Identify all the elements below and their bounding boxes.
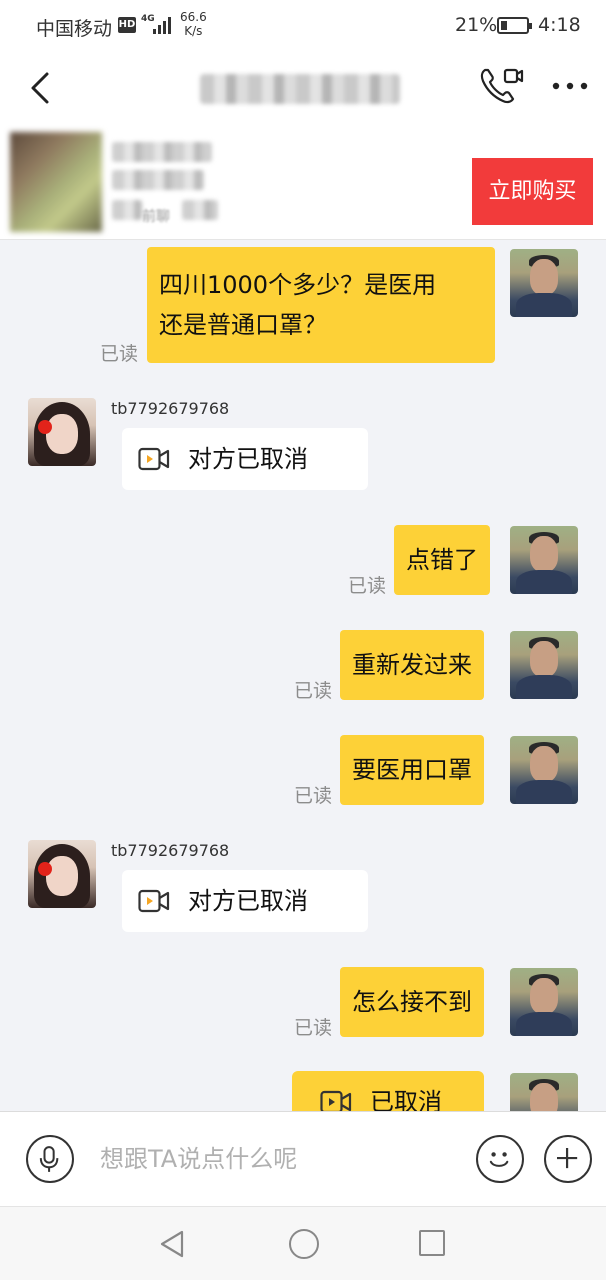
network-speed: 66.6 K/s bbox=[180, 10, 207, 38]
battery-icon bbox=[497, 17, 532, 34]
battery-percent: 21% bbox=[455, 14, 498, 36]
nav-home-icon[interactable] bbox=[289, 1229, 319, 1259]
video-call-icon bbox=[138, 889, 170, 913]
nav-back-icon[interactable] bbox=[158, 1229, 188, 1259]
my-message-bubble[interactable]: 点错了 bbox=[394, 525, 490, 595]
read-status: 已读 bbox=[294, 785, 333, 807]
back-arrow-icon[interactable] bbox=[22, 68, 62, 108]
clock: 4:18 bbox=[538, 14, 581, 36]
my-avatar[interactable] bbox=[510, 249, 578, 317]
read-status: 已读 bbox=[348, 575, 387, 597]
chat-header bbox=[0, 52, 606, 128]
my-avatar[interactable] bbox=[510, 631, 578, 699]
speed-unit: K/s bbox=[184, 24, 203, 38]
microphone-icon[interactable] bbox=[26, 1135, 74, 1183]
message-text-line-1: 四川1000个多少？是医用 bbox=[159, 271, 437, 299]
product-card[interactable]: 前聊 立即购买 bbox=[0, 128, 606, 240]
contact-avatar[interactable] bbox=[28, 398, 96, 466]
speed-value: 66.6 bbox=[180, 10, 207, 24]
their-message-bubble[interactable]: 对方已取消 bbox=[122, 870, 368, 932]
buy-now-button[interactable]: 立即购买 bbox=[472, 158, 593, 225]
product-price-blurred bbox=[112, 170, 204, 190]
product-sub-label: 前聊 bbox=[142, 209, 170, 225]
sender-name: tb7792679768 bbox=[111, 841, 230, 860]
contact-name-blurred bbox=[200, 74, 400, 104]
product-info-blurred-2 bbox=[182, 200, 218, 220]
status-bar: 中国移动 HD 4G 66.6 K/s 21% 4:18 bbox=[0, 0, 606, 52]
system-nav-bar bbox=[0, 1206, 606, 1280]
nav-recent-apps-icon[interactable] bbox=[419, 1230, 445, 1256]
my-message-bubble[interactable]: 要医用口罩 bbox=[340, 735, 484, 805]
emoji-icon[interactable] bbox=[476, 1135, 524, 1183]
carrier-label: 中国移动 bbox=[36, 18, 113, 40]
contact-avatar[interactable] bbox=[28, 840, 96, 908]
message-text: 重新发过来 bbox=[352, 651, 472, 679]
video-call-icon[interactable] bbox=[478, 66, 524, 108]
read-status: 已读 bbox=[294, 1017, 333, 1039]
message-text: 对方已取消 bbox=[188, 887, 308, 915]
my-message-bubble[interactable]: 重新发过来 bbox=[340, 630, 484, 700]
product-thumbnail bbox=[10, 132, 102, 232]
message-text: 怎么接不到 bbox=[352, 988, 472, 1016]
my-avatar[interactable] bbox=[510, 736, 578, 804]
product-info-blurred bbox=[112, 200, 142, 220]
message-input[interactable] bbox=[100, 1137, 460, 1181]
hd-badge: HD bbox=[118, 17, 136, 33]
plus-icon[interactable] bbox=[544, 1135, 592, 1183]
sender-name: tb7792679768 bbox=[111, 399, 230, 418]
my-avatar[interactable] bbox=[510, 526, 578, 594]
my-message-bubble[interactable]: 怎么接不到 bbox=[340, 967, 484, 1037]
read-status: 已读 bbox=[294, 680, 333, 702]
input-bar bbox=[0, 1111, 606, 1206]
my-message-bubble[interactable]: 四川1000个多少？是医用 还是普通口罩？ bbox=[147, 247, 495, 363]
read-status: 已读 bbox=[100, 343, 139, 365]
message-text: 已取消 bbox=[370, 1088, 442, 1111]
message-text: 要医用口罩 bbox=[352, 756, 472, 784]
my-message-bubble[interactable]: 已取消 bbox=[292, 1071, 484, 1111]
more-options-icon[interactable] bbox=[550, 74, 590, 98]
my-avatar[interactable] bbox=[510, 1073, 578, 1111]
chat-area[interactable]: 已读 四川1000个多少？是医用 还是普通口罩？ tb7792679768 对方… bbox=[0, 241, 606, 1111]
message-text-line-2: 还是普通口罩？ bbox=[159, 311, 327, 339]
product-title-blurred bbox=[112, 142, 212, 162]
signal-icon bbox=[153, 17, 171, 34]
video-call-icon bbox=[320, 1090, 352, 1111]
message-text: 对方已取消 bbox=[188, 445, 308, 473]
my-avatar[interactable] bbox=[510, 968, 578, 1036]
message-text: 点错了 bbox=[406, 546, 478, 574]
their-message-bubble[interactable]: 对方已取消 bbox=[122, 428, 368, 490]
video-call-icon bbox=[138, 447, 170, 471]
